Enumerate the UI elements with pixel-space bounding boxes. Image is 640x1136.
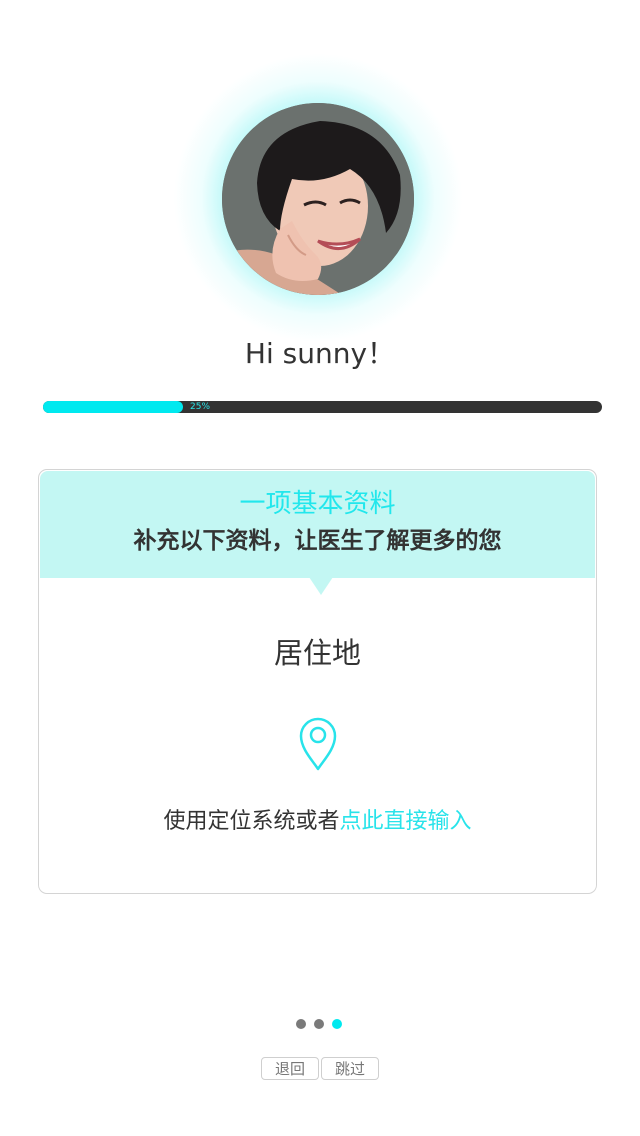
progress-fill (43, 401, 183, 413)
card-header: 一项基本资料 补充以下资料，让医生了解更多的您 (40, 471, 595, 578)
skip-button[interactable]: 跳过 (321, 1057, 379, 1080)
map-pin-icon[interactable] (297, 715, 339, 771)
card-header-pointer (309, 577, 333, 595)
back-button[interactable]: 退回 (261, 1057, 319, 1080)
location-prompt: 使用定位系统或者点此直接输入 (39, 807, 596, 837)
page-dot-2 (314, 1019, 324, 1029)
greeting-text: Hi sunny！ (244, 337, 396, 370)
manual-input-link[interactable]: 点此直接输入 (340, 809, 472, 834)
card-subtitle: 补充以下资料，让医生了解更多的您 (133, 528, 502, 554)
progress-label: 25% (190, 402, 211, 412)
avatar[interactable] (222, 103, 414, 295)
profile-info-card: 一项基本资料 补充以下资料，让医生了解更多的您 居住地 使用定位系统或者点此直接… (38, 469, 597, 894)
page-indicator (296, 1019, 344, 1029)
page-dot-3 (332, 1019, 342, 1029)
progress-bar: 25% (43, 401, 602, 413)
field-title: 居住地 (273, 636, 361, 670)
avatar-photo (222, 103, 414, 295)
card-title: 一项基本资料 (239, 489, 396, 519)
page-dot-1 (296, 1019, 306, 1029)
location-prompt-text: 使用定位系统或者 (163, 809, 340, 834)
